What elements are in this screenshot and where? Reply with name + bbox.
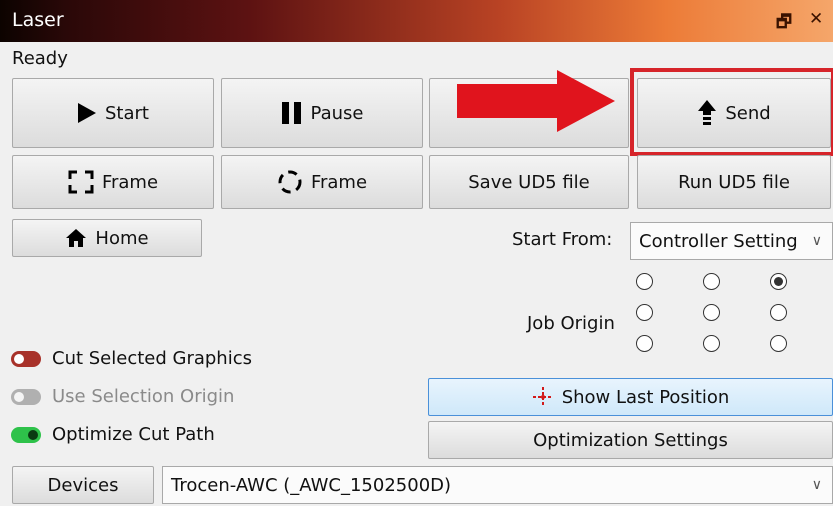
origin-radio-bottom-right[interactable] bbox=[770, 335, 787, 352]
optimization-settings-label: Optimization Settings bbox=[533, 429, 728, 451]
run-ud5-button[interactable]: Run UD5 file bbox=[637, 155, 831, 209]
start-from-label: Start From: bbox=[512, 229, 613, 250]
save-ud5-button[interactable]: Save UD5 file bbox=[429, 155, 629, 209]
home-icon bbox=[65, 228, 87, 248]
origin-radio-middle-left[interactable] bbox=[636, 304, 653, 321]
origin-radio-middle-center[interactable] bbox=[703, 304, 720, 321]
job-origin-label: Job Origin bbox=[527, 313, 615, 334]
send-highlight-box bbox=[630, 68, 833, 156]
cut-selected-label: Cut Selected Graphics bbox=[52, 348, 252, 369]
use-selection-origin-label: Use Selection Origin bbox=[52, 386, 235, 407]
origin-radio-top-left[interactable] bbox=[636, 273, 653, 290]
restore-icon[interactable]: 🗗 bbox=[776, 9, 792, 38]
frame-rect-label: Frame bbox=[101, 171, 159, 193]
frame-rectangle-icon bbox=[68, 170, 94, 194]
start-from-value: Controller Setting bbox=[639, 230, 798, 252]
run-ud5-label: Run UD5 file bbox=[678, 171, 790, 193]
close-icon[interactable]: ✕ bbox=[809, 9, 823, 29]
frame-circle-label: Frame bbox=[310, 171, 368, 193]
pause-label: Pause bbox=[310, 102, 364, 124]
device-select[interactable]: Trocen-AWC (_AWC_1502500D) ∨ bbox=[162, 466, 833, 504]
red-pointer-arrow-icon bbox=[457, 70, 617, 136]
start-label: Start bbox=[105, 102, 149, 124]
chevron-down-icon: ∨ bbox=[811, 477, 822, 493]
start-from-select[interactable]: Controller Setting ∨ bbox=[630, 222, 833, 260]
origin-radio-bottom-center[interactable] bbox=[703, 335, 720, 352]
title-bar[interactable]: Laser 🗗 ✕ bbox=[0, 0, 833, 42]
chevron-down-icon: ∨ bbox=[811, 233, 822, 249]
play-icon bbox=[77, 102, 97, 124]
devices-button[interactable]: Devices bbox=[12, 466, 154, 504]
frame-rect-button[interactable]: Frame bbox=[12, 155, 214, 209]
origin-radio-top-right[interactable] bbox=[770, 273, 787, 290]
device-select-value: Trocen-AWC (_AWC_1502500D) bbox=[171, 474, 452, 496]
origin-radio-middle-right[interactable] bbox=[770, 304, 787, 321]
frame-circle-icon bbox=[277, 169, 303, 195]
cut-selected-toggle[interactable] bbox=[11, 351, 41, 367]
start-button[interactable]: Start bbox=[12, 78, 214, 148]
devices-label: Devices bbox=[47, 474, 119, 496]
show-last-position-button[interactable]: Show Last Position bbox=[428, 378, 833, 416]
optimize-cut-path-label: Optimize Cut Path bbox=[52, 424, 215, 445]
use-selection-origin-toggle[interactable] bbox=[11, 389, 41, 405]
status-text: Ready bbox=[12, 48, 68, 69]
pause-button[interactable]: Pause bbox=[221, 78, 423, 148]
optimization-settings-button[interactable]: Optimization Settings bbox=[428, 421, 833, 459]
show-last-position-label: Show Last Position bbox=[561, 386, 730, 408]
home-button[interactable]: Home bbox=[12, 219, 202, 257]
home-label: Home bbox=[95, 227, 149, 249]
save-ud5-label: Save UD5 file bbox=[468, 171, 590, 193]
pause-icon bbox=[281, 101, 303, 125]
optimize-cut-path-toggle[interactable] bbox=[11, 427, 41, 443]
origin-radio-bottom-left[interactable] bbox=[636, 335, 653, 352]
frame-circle-button[interactable]: Frame bbox=[221, 155, 423, 209]
origin-radio-top-center[interactable] bbox=[703, 273, 720, 290]
crosshair-icon bbox=[532, 386, 554, 408]
window-title: Laser bbox=[12, 9, 64, 31]
